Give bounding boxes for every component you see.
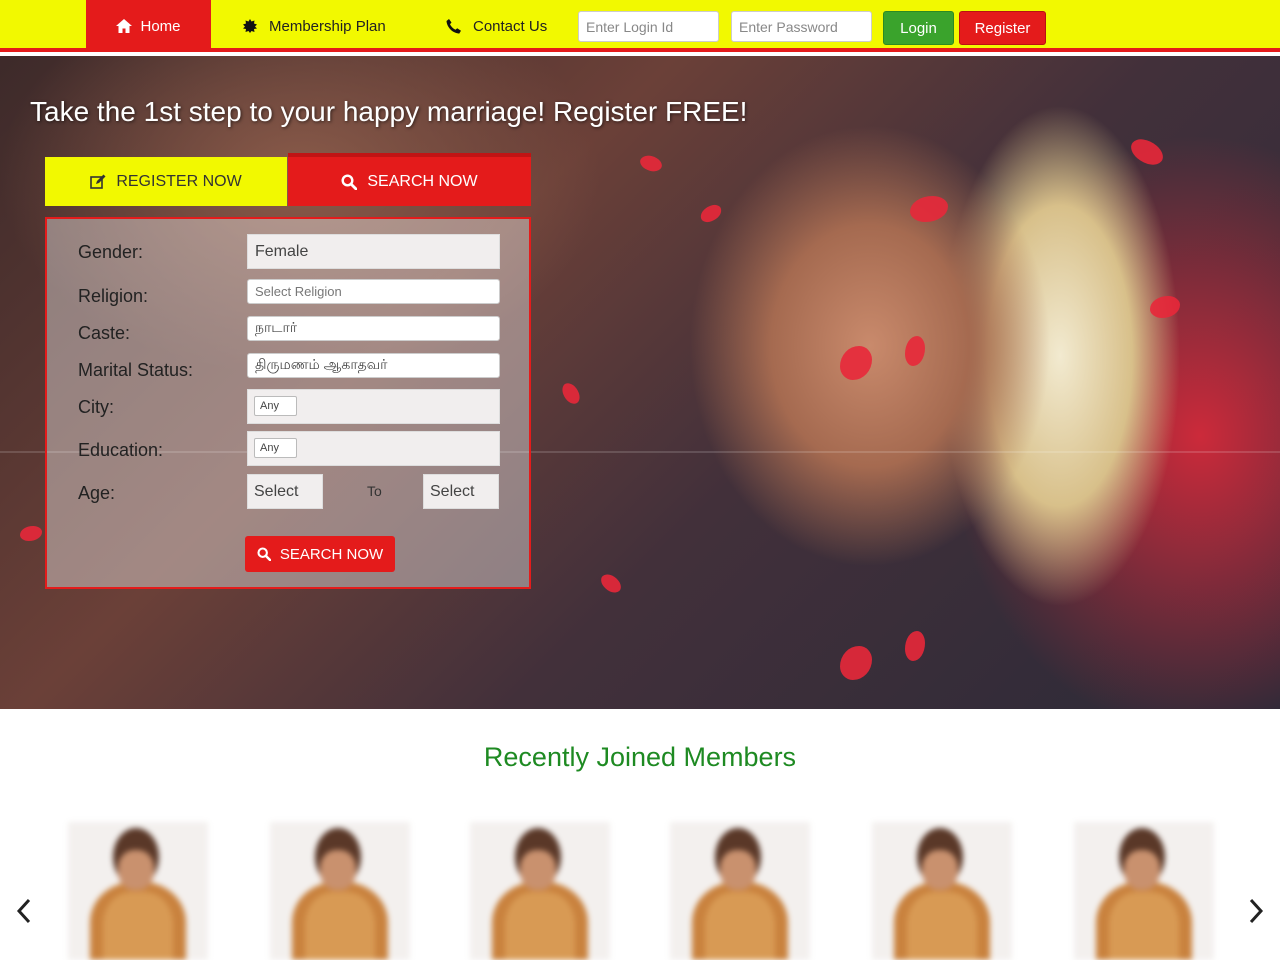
member-card[interactable] xyxy=(670,822,810,960)
caste-label: Caste: xyxy=(78,323,131,343)
age-label: Age: xyxy=(78,483,116,503)
member-photo-saree xyxy=(103,892,173,960)
hero-banner: Take the 1st step to your happy marriage… xyxy=(0,56,1280,709)
petal-decoration xyxy=(637,151,665,176)
nav-membership-link[interactable]: Membership Plan xyxy=(243,0,386,52)
member-card[interactable] xyxy=(68,822,208,960)
age-to-value: Select xyxy=(430,482,475,500)
certificate-icon xyxy=(243,19,257,33)
member-photo-saree xyxy=(305,892,375,960)
nav-home-link[interactable]: Home xyxy=(86,0,211,52)
city-select[interactable]: Any xyxy=(254,396,297,416)
search-now-button[interactable]: SEARCH NOW xyxy=(245,536,395,572)
religion-select[interactable]: Select Religion xyxy=(247,279,500,304)
nav-membership-label: Membership Plan xyxy=(269,17,386,35)
petal-decoration xyxy=(560,380,582,407)
member-photo-saree xyxy=(705,892,775,960)
search-icon xyxy=(257,547,271,561)
chevron-right-icon xyxy=(1249,898,1264,924)
petal-decoration xyxy=(840,346,872,380)
religion-label: Religion: xyxy=(78,286,149,306)
member-photo-saree xyxy=(1109,892,1179,960)
nav-home-label: Home xyxy=(140,17,181,35)
petal-decoration xyxy=(598,570,624,597)
city-field: Any xyxy=(247,389,500,424)
petal-decoration xyxy=(905,631,925,661)
member-photo-saree xyxy=(907,892,977,960)
age-to-select[interactable]: Select xyxy=(423,474,499,509)
nav-contact-link[interactable]: Contact Us xyxy=(446,0,547,52)
city-label: City: xyxy=(78,397,114,417)
register-button[interactable]: Register xyxy=(959,11,1046,45)
member-card[interactable] xyxy=(270,822,410,960)
marital-status-select[interactable]: திருமணம் ஆகாதவர் xyxy=(247,353,500,378)
education-value: Any xyxy=(260,442,279,454)
petal-decoration xyxy=(1150,296,1180,318)
age-to-label: To xyxy=(367,483,382,499)
member-card[interactable] xyxy=(470,822,610,960)
login-id-input[interactable] xyxy=(578,11,719,42)
petal-decoration xyxy=(840,646,872,680)
petal-decoration xyxy=(698,202,724,225)
member-photo-face xyxy=(118,850,154,890)
tab-search-now[interactable]: SEARCH NOW xyxy=(288,153,531,206)
password-input[interactable] xyxy=(731,11,872,42)
chevron-left-icon xyxy=(16,898,31,924)
search-form-panel: Gender: Female Religion: Select Religion… xyxy=(45,217,531,589)
search-icon xyxy=(341,173,358,190)
recent-members-title: Recently Joined Members xyxy=(483,742,797,772)
caste-select[interactable]: நாடார் xyxy=(247,316,500,341)
petal-decoration xyxy=(910,196,948,222)
search-now-label: SEARCH NOW xyxy=(279,545,384,563)
gender-label: Gender: xyxy=(78,242,144,262)
age-from-select[interactable]: Select xyxy=(247,474,323,509)
tab-search-label: SEARCH NOW xyxy=(367,172,478,190)
top-navbar: Home Membership Plan Contact Us Login Re… xyxy=(0,0,1280,52)
education-select[interactable]: Any xyxy=(254,438,297,458)
member-photo-face xyxy=(720,850,756,890)
tab-register-now[interactable]: REGISTER NOW xyxy=(45,157,287,206)
petal-decoration xyxy=(1126,132,1168,172)
hero-title: Take the 1st step to your happy marriage… xyxy=(30,96,748,127)
member-photo-face xyxy=(320,850,356,890)
petal-decoration xyxy=(905,336,925,366)
age-from-value: Select xyxy=(254,482,299,500)
gender-select[interactable]: Female xyxy=(247,234,500,269)
gender-value: Female xyxy=(255,242,309,260)
city-value: Any xyxy=(260,400,279,412)
petal-decoration xyxy=(20,526,42,541)
phone-icon xyxy=(446,18,461,34)
nav-contact-label: Contact Us xyxy=(473,17,548,35)
education-label: Education: xyxy=(78,440,164,460)
caste-value: நாடார் xyxy=(255,319,298,335)
login-button[interactable]: Login xyxy=(883,11,954,45)
marital-status-value: திருமணம் ஆகாதவர் xyxy=(255,356,388,372)
member-photo-saree xyxy=(505,892,575,960)
education-field: Any xyxy=(247,431,500,466)
home-icon xyxy=(116,19,133,33)
religion-value: Select Religion xyxy=(255,284,342,299)
member-photo-face xyxy=(1124,850,1160,890)
carousel-next-button[interactable] xyxy=(1248,896,1264,930)
member-card[interactable] xyxy=(1074,822,1214,960)
tab-register-label: REGISTER NOW xyxy=(116,172,242,190)
carousel-prev-button[interactable] xyxy=(16,896,32,930)
member-photo-face xyxy=(520,850,556,890)
member-card[interactable] xyxy=(872,822,1012,960)
marital-status-label: Marital Status: xyxy=(78,360,194,380)
member-photo-face xyxy=(922,850,958,890)
edit-icon xyxy=(90,174,106,189)
